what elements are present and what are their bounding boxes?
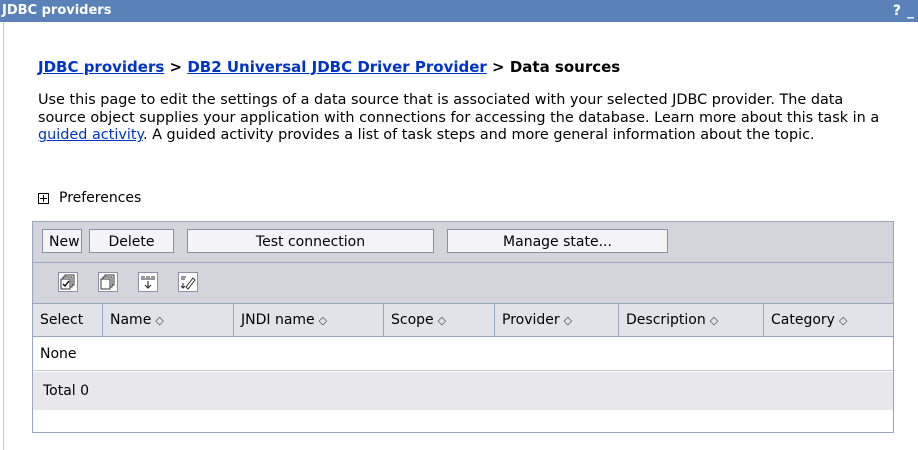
icon-toolbar xyxy=(33,263,893,304)
expand-plus-icon[interactable] xyxy=(38,192,49,204)
breadcrumb-link-jdbc-providers[interactable]: JDBC providers xyxy=(38,58,164,76)
breadcrumb-separator: > xyxy=(164,58,188,76)
column-header-name[interactable]: Name ◇ xyxy=(103,304,234,336)
table-header-row: Select Name ◇ JNDI name ◇ Scope ◇ Provider ◇… xyxy=(33,304,893,337)
help-button[interactable]: ? xyxy=(893,0,901,22)
frame-border xyxy=(3,22,4,450)
column-header-provider[interactable]: Provider ◇ xyxy=(495,304,619,336)
column-header-label: JNDI name xyxy=(241,312,315,328)
description-text-end: . A guided activity provides a list of t… xyxy=(142,127,815,143)
sort-toggle-icon[interactable]: ◇ xyxy=(319,305,327,337)
deselect-all-icon[interactable] xyxy=(98,272,118,292)
guided-activity-link[interactable]: guided activity xyxy=(38,127,143,143)
sort-toggle-icon[interactable]: ◇ xyxy=(438,305,446,337)
show-filter-icon[interactable] xyxy=(138,272,158,292)
page-description: Use this page to edit the settings of a … xyxy=(38,92,888,145)
preferences-toggle[interactable]: Preferences xyxy=(38,190,141,206)
column-header-description[interactable]: Description ◇ xyxy=(619,304,764,336)
delete-button[interactable]: Delete xyxy=(89,229,174,253)
select-all-icon[interactable] xyxy=(58,272,78,292)
breadcrumb: JDBC providers > DB2 Universal JDBC Driv… xyxy=(38,58,620,76)
manage-state-button[interactable]: Manage state... xyxy=(447,229,668,253)
breadcrumb-current: Data sources xyxy=(509,58,621,76)
new-button[interactable]: New xyxy=(42,229,82,253)
sort-toggle-icon[interactable]: ◇ xyxy=(155,305,163,337)
minimize-button[interactable]: _ xyxy=(907,0,914,22)
column-header-label: Select xyxy=(40,312,84,328)
column-header-label: Description xyxy=(626,312,706,328)
test-connection-button[interactable]: Test connection xyxy=(187,229,434,253)
column-header-scope[interactable]: Scope ◇ xyxy=(384,304,495,336)
clear-filter-icon[interactable] xyxy=(178,272,198,292)
column-header-category[interactable]: Category ◇ xyxy=(764,304,893,336)
description-text: Use this page to edit the settings of a … xyxy=(38,92,880,126)
column-header-select: Select xyxy=(33,304,103,336)
column-header-label: Scope xyxy=(391,312,434,328)
portlet-titlebar: JDBC providers ? _ xyxy=(0,0,918,22)
column-header-jndi-name[interactable]: JNDI name ◇ xyxy=(234,304,384,336)
sort-toggle-icon[interactable]: ◇ xyxy=(564,305,572,337)
table-row-empty: None xyxy=(33,337,893,371)
sort-toggle-icon[interactable]: ◇ xyxy=(710,305,718,337)
breadcrumb-link-db2-provider[interactable]: DB2 Universal JDBC Driver Provider xyxy=(187,58,487,76)
portlet-title: JDBC providers xyxy=(2,3,112,18)
preferences-label: Preferences xyxy=(59,190,142,206)
table-total: Total 0 xyxy=(33,372,893,410)
titlebar-controls: ? _ xyxy=(893,0,914,22)
column-header-label: Provider xyxy=(502,312,560,328)
button-toolbar: New Delete Test connection Manage state.… xyxy=(33,222,893,263)
sort-toggle-icon[interactable]: ◇ xyxy=(839,305,847,337)
breadcrumb-separator: > xyxy=(486,58,510,76)
data-sources-collection: New Delete Test connection Manage state.… xyxy=(32,221,894,433)
column-header-label: Name xyxy=(110,312,152,328)
column-header-label: Category xyxy=(771,312,835,328)
